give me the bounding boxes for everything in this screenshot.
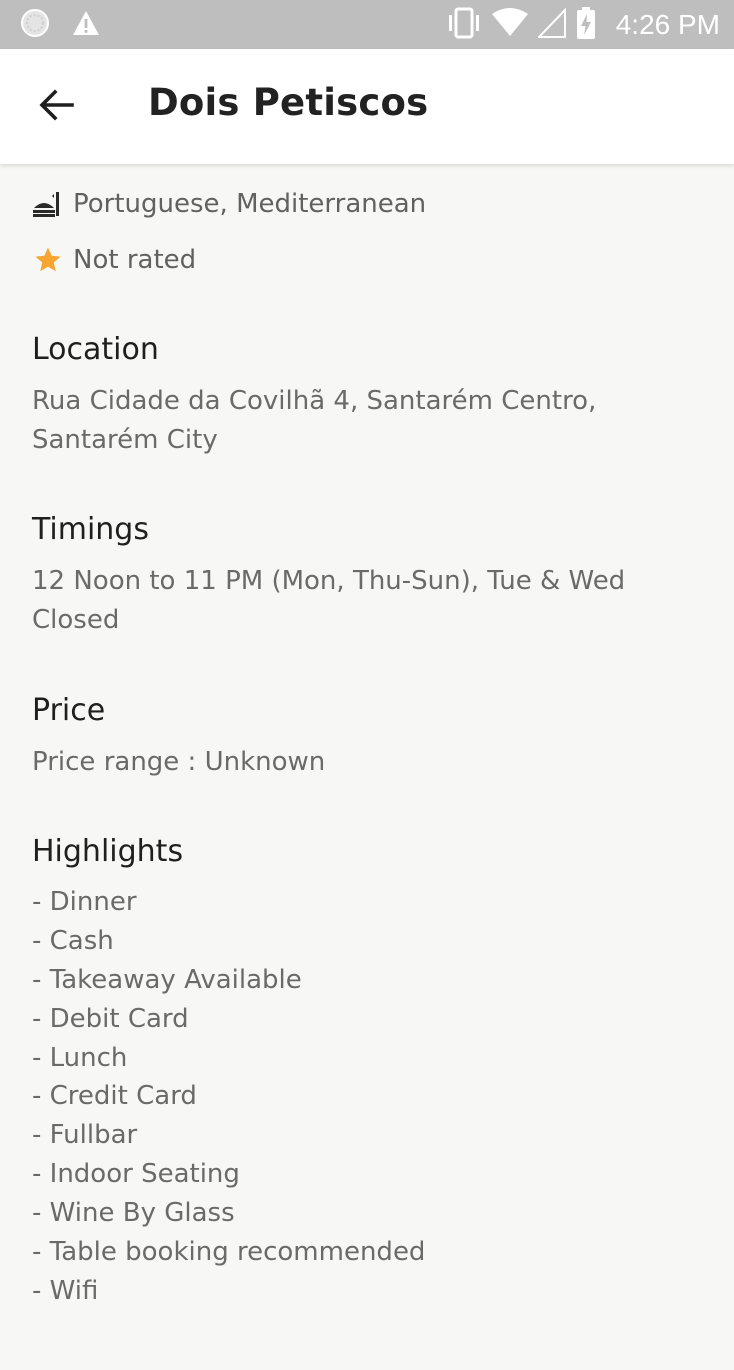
location-title: Location xyxy=(32,332,159,367)
page-title: Dois Petiscos xyxy=(148,81,429,124)
highlight-item: - Debit Card xyxy=(32,1003,189,1034)
highlight-item: - Wine By Glass xyxy=(32,1198,235,1229)
status-time: 4:26 PM xyxy=(615,9,720,40)
timings-hours: 12 Noon to 11 PM (Mon, Thu-Sun), Tue & W… xyxy=(32,566,626,635)
highlight-item: - Takeaway Available xyxy=(32,964,302,995)
cuisine-icon xyxy=(32,188,64,220)
highlight-item: - Dinner xyxy=(32,887,137,917)
cuisine-row: Portuguese, Mediterranean xyxy=(32,188,426,220)
vibrate-icon xyxy=(446,7,482,43)
rating-text: Not rated xyxy=(73,245,197,275)
back-arrow-icon xyxy=(38,89,74,125)
highlight-item: - Fullbar xyxy=(32,1120,138,1151)
wifi-icon xyxy=(491,8,528,42)
warning-icon xyxy=(72,10,100,40)
status-bar: 4:26 PM xyxy=(0,0,734,49)
notification-dot-icon xyxy=(20,8,50,42)
highlights-list: - Dinner - Cash - Takeaway Available - D… xyxy=(32,883,425,1311)
app-bar: Dois Petiscos xyxy=(0,49,734,164)
restaurant-details: Portuguese, Mediterranean Not rated Loca… xyxy=(0,164,734,1370)
rating-row: Not rated xyxy=(32,244,196,276)
battery-charging-icon xyxy=(576,7,596,43)
highlight-item: - Table booking recommended xyxy=(32,1237,426,1268)
highlight-item: - Indoor Seating xyxy=(32,1159,240,1190)
highlight-item: - Lunch xyxy=(32,1042,128,1073)
timings-title: Timings xyxy=(32,512,149,547)
back-button[interactable] xyxy=(28,79,84,135)
highlight-item: - Credit Card xyxy=(32,1081,197,1112)
star-icon xyxy=(32,244,64,276)
highlights-title: Highlights xyxy=(32,834,184,869)
cellular-signal-icon xyxy=(536,7,566,42)
highlight-item: - Wifi xyxy=(32,1275,99,1306)
cuisine-text: Portuguese, Mediterranean xyxy=(73,189,427,219)
price-title: Price xyxy=(32,693,106,728)
price-range: Price range : Unknown xyxy=(32,747,326,777)
location-address: Rua Cidade da Covilhã 4, Santarém Centro… xyxy=(32,386,597,455)
highlight-item: - Cash xyxy=(32,925,114,956)
